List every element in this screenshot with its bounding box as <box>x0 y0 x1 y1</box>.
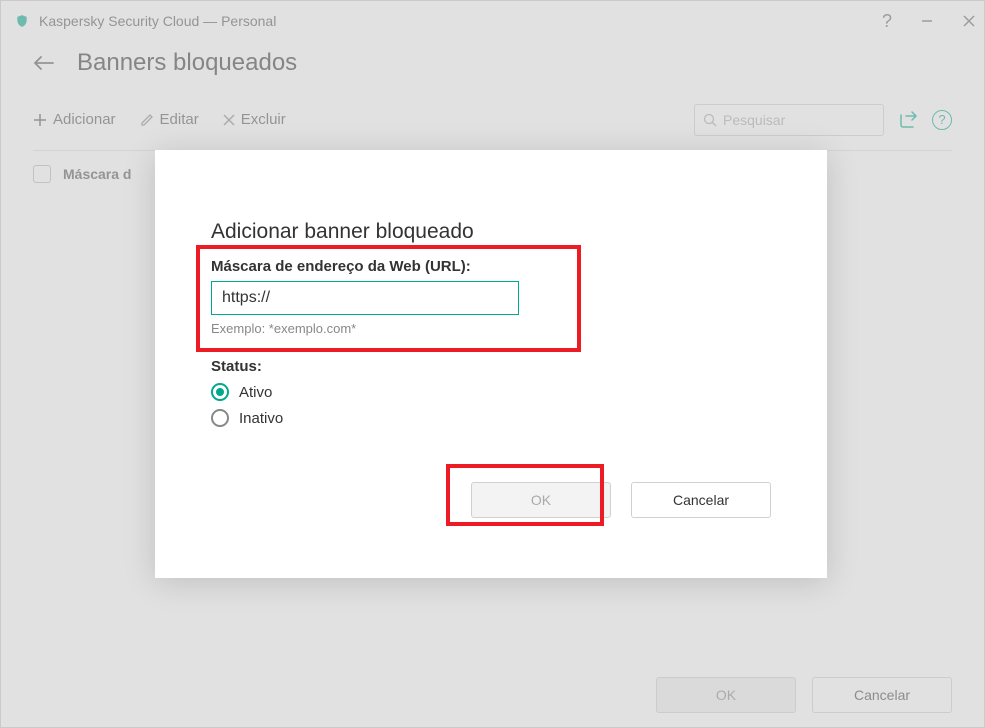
status-active-radio[interactable]: Ativo <box>211 383 771 401</box>
dialog-cancel-button[interactable]: Cancelar <box>631 482 771 518</box>
status-inactive-radio[interactable]: Inativo <box>211 409 771 427</box>
dialog-title: Adicionar banner bloqueado <box>211 220 771 244</box>
status-inactive-label: Inativo <box>239 410 283 427</box>
status-active-label: Ativo <box>239 384 272 401</box>
url-input[interactable] <box>211 281 519 315</box>
dialog-ok-button[interactable]: OK <box>471 482 611 518</box>
radio-unchecked-icon <box>211 409 229 427</box>
url-example-hint: Exemplo: *exemplo.com* <box>211 321 771 336</box>
radio-checked-icon <box>211 383 229 401</box>
status-label: Status: <box>211 358 771 375</box>
url-label: Máscara de endereço da Web (URL): <box>211 258 771 275</box>
add-banner-dialog: Adicionar banner bloqueado Máscara de en… <box>155 150 827 578</box>
